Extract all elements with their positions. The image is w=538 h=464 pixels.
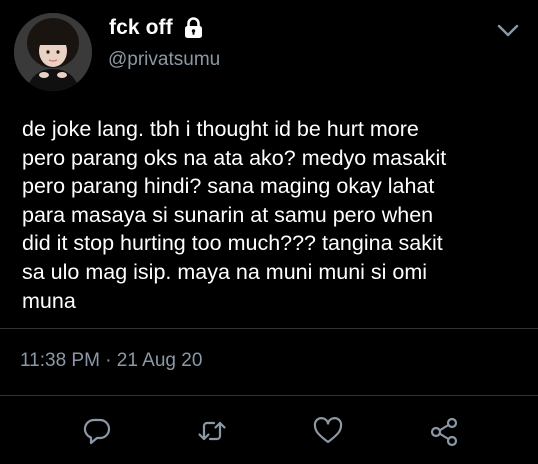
share-icon <box>430 417 458 447</box>
share-button[interactable] <box>427 414 461 448</box>
tweet-card: fck off @privatsumu de joke lang. tbh i … <box>0 0 538 464</box>
timestamp[interactable]: 11:38 PM · 21 Aug 20 <box>20 350 202 372</box>
like-button[interactable] <box>311 414 345 448</box>
tweet-text-line: de joke lang. tbh i thought id be hurt m… <box>22 117 419 141</box>
retweet-icon <box>198 421 226 441</box>
action-bar <box>0 414 538 448</box>
reply-button[interactable] <box>80 414 114 448</box>
retweet-button[interactable] <box>195 414 229 448</box>
divider <box>0 328 538 329</box>
tweet-text-line: did it stop hurting too much??? tangina … <box>22 231 443 256</box>
reply-icon <box>83 418 111 445</box>
chevron-down-icon[interactable] <box>495 21 521 41</box>
display-name-row: fck off <box>109 15 204 41</box>
display-name[interactable]: fck off <box>109 16 173 40</box>
avatar[interactable] <box>14 13 92 91</box>
tweet-text-line: pero parang hindi? sana maging okay laha… <box>22 174 435 199</box>
user-handle[interactable]: @privatsumu <box>108 49 220 71</box>
lock-icon <box>183 17 204 39</box>
tweet-text-line: sa ulo mag isip. maya na muni muni si om… <box>22 259 428 284</box>
heart-icon <box>313 417 343 444</box>
divider <box>0 395 538 396</box>
tweet-text-line: para masaya si sunarin at samu pero when <box>22 202 434 227</box>
tweet-text-line: pero parang oks na ata ako? medyo masaki… <box>22 145 447 170</box>
tweet-text-line: muna <box>22 288 76 313</box>
profile-photo <box>14 13 92 91</box>
tweet-text: de joke lang. tbh i thought id be hurt m… <box>22 115 527 315</box>
